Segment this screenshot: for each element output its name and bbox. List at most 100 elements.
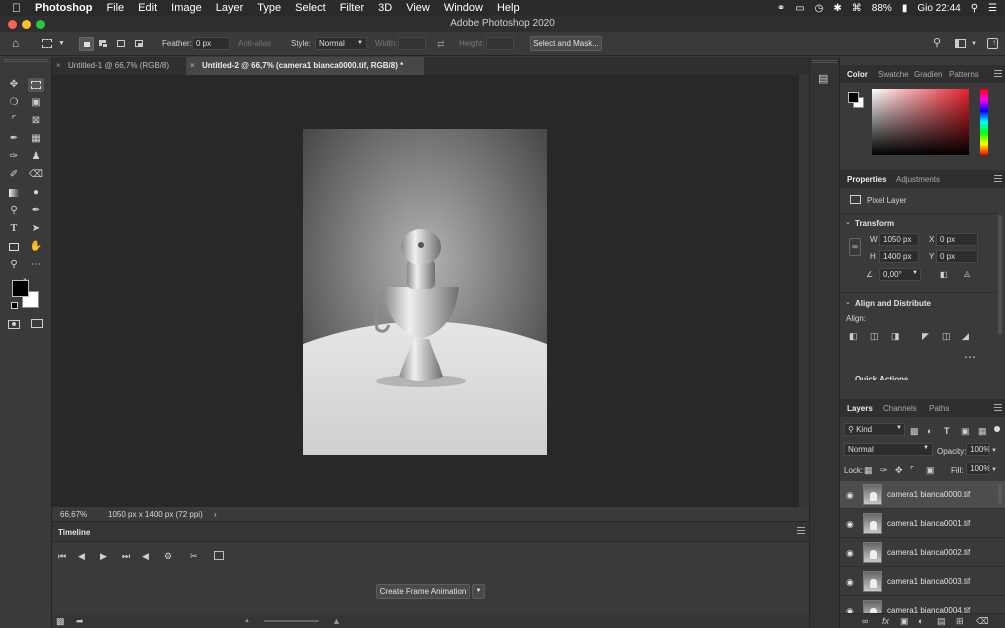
menu-layer[interactable]: Layer (216, 2, 244, 14)
bluetooth-icon[interactable]: ✱ (833, 3, 841, 14)
menu-3d[interactable]: 3D (378, 2, 392, 14)
filter-shape-icon[interactable]: ▣ (961, 425, 970, 437)
next-frame-icon[interactable]: ⏭ (122, 550, 130, 562)
crop-tool-icon[interactable]: ⌜ (6, 114, 22, 128)
zoom-tool-icon[interactable]: ⚲ (6, 258, 22, 272)
search-icon[interactable]: ⚲ (971, 3, 978, 14)
tab-layers[interactable]: Layers (847, 404, 873, 413)
blend-mode-select[interactable]: Normal ▼ (844, 443, 933, 456)
lock-transparent-icon[interactable]: ▦ (864, 464, 873, 476)
close-icon[interactable]: × (190, 57, 195, 75)
foreground-color-swatch[interactable] (848, 92, 859, 103)
search-icon[interactable]: ⚲ (933, 37, 941, 49)
type-tool-icon[interactable]: T (6, 222, 22, 236)
strip-grip[interactable] (812, 60, 837, 63)
foreground-color-swatch[interactable] (12, 280, 29, 297)
battery-icon[interactable]: ▮ (902, 3, 908, 14)
visibility-eye-icon[interactable]: ◉ (846, 577, 854, 588)
wifi-icon[interactable]: ⌘ (852, 3, 862, 14)
lasso-tool-icon[interactable]: ❍ (6, 96, 22, 110)
hand-tool-icon[interactable]: ✋ (28, 240, 44, 254)
new-selection-button[interactable] (79, 37, 94, 51)
menu-edit[interactable]: Edit (138, 2, 157, 14)
width-input[interactable]: 1050 px (879, 233, 919, 246)
object-selection-tool-icon[interactable]: ▣ (28, 96, 44, 110)
menu-window[interactable]: Window (444, 2, 483, 14)
align-right-edges-icon[interactable]: ◨ (891, 330, 900, 342)
tab-untitled-1[interactable]: × Untitled-1 @ 66,7% (RGB/8) (52, 57, 186, 75)
lock-image-icon[interactable]: ✑ (880, 464, 888, 476)
previous-frame-icon[interactable]: ◀ (78, 550, 85, 562)
lock-artboard-icon[interactable]: ⌜ (910, 464, 914, 476)
tab-adjustments[interactable]: Adjustments (896, 175, 940, 184)
feather-input[interactable]: 0 px (192, 37, 230, 50)
tab-swatches[interactable]: Swatche (878, 70, 909, 79)
visibility-eye-icon[interactable]: ◉ (846, 490, 854, 501)
y-input[interactable]: 0 px (936, 250, 978, 263)
color-picker-field[interactable] (872, 89, 969, 155)
lock-all-icon[interactable]: ▣ (926, 464, 935, 476)
trash-icon[interactable]: ⌫ (976, 615, 989, 627)
panel-menu-icon[interactable] (994, 70, 1002, 77)
menu-type[interactable]: Type (257, 2, 281, 14)
frame-tool-icon[interactable]: ⊠ (28, 114, 44, 128)
tools-grip[interactable] (4, 59, 48, 62)
zoom-out-icon[interactable]: ▲ (244, 618, 250, 624)
tab-paths[interactable]: Paths (929, 404, 949, 413)
align-bottom-edges-icon[interactable]: ◢ (962, 330, 969, 342)
tab-patterns[interactable]: Patterns (949, 70, 979, 79)
go-to-first-frame-icon[interactable]: ⏮ (58, 550, 66, 562)
app-menu[interactable]: Photoshop (35, 2, 92, 14)
filter-type-icon[interactable]: T (944, 425, 950, 437)
swap-width-height-icon[interactable]: ⇄ (437, 38, 445, 50)
document-image[interactable] (303, 129, 547, 455)
filter-pixel-icon[interactable]: ▩ (910, 425, 919, 437)
quick-actions-title[interactable]: Quick Actions (855, 375, 909, 380)
more-tools-icon[interactable]: ⋯ (28, 258, 44, 272)
history-brush-tool-icon[interactable]: ✐ (6, 168, 22, 182)
move-tool-icon[interactable]: ✥ (6, 78, 22, 92)
creative-cloud-icon[interactable]: ⚭ (777, 3, 785, 14)
chevron-down-icon[interactable]: ▼ (58, 38, 65, 50)
visibility-eye-icon[interactable]: ◉ (846, 519, 854, 530)
antialias-checkbox[interactable]: Anti-alias (238, 39, 271, 48)
close-icon[interactable]: × (56, 57, 61, 75)
vertical-scrollbar[interactable] (799, 75, 809, 507)
filter-toggle-icon[interactable] (994, 426, 1000, 432)
tab-untitled-2[interactable]: × Untitled-2 @ 66,7% (camera1 bianca0000… (186, 57, 424, 75)
new-group-folder-icon[interactable]: ▤ (937, 615, 946, 627)
menu-image[interactable]: Image (171, 2, 202, 14)
chevron-down-icon[interactable]: ⌄ (845, 218, 851, 226)
clone-stamp-tool-icon[interactable]: ♟ (28, 150, 44, 164)
eraser-tool-icon[interactable]: ⌫ (28, 168, 44, 182)
filter-smart-object-icon[interactable]: ▦ (978, 425, 987, 437)
transition-icon[interactable] (214, 551, 224, 560)
height-input[interactable] (486, 37, 514, 50)
align-left-edges-icon[interactable]: ◧ (849, 330, 858, 342)
marquee-preset-icon[interactable] (42, 39, 52, 48)
time-machine-icon[interactable]: ◷ (815, 3, 824, 14)
subtract-selection-icon[interactable] (117, 40, 125, 47)
panel-menu-icon[interactable] (994, 404, 1002, 411)
render-video-icon[interactable]: ➦ (76, 615, 84, 627)
link-layers-icon[interactable]: ∞ (862, 615, 868, 627)
filter-adjustment-icon[interactable]: ◐ (927, 425, 932, 437)
align-vertical-centers-icon[interactable]: ◫ (942, 330, 951, 342)
healing-brush-tool-icon[interactable]: ▦ (28, 132, 44, 146)
flip-horizontal-icon[interactable]: ◧ (940, 270, 948, 279)
clock[interactable]: Gio 22:44 (917, 3, 960, 14)
eyedropper-tool-icon[interactable]: ✒ (6, 132, 22, 146)
chevron-down-icon[interactable]: ▼ (991, 445, 997, 457)
layer-row[interactable]: ◉ camera1 bianca0000.tif (840, 481, 1005, 509)
split-scissors-icon[interactable]: ✂ (190, 550, 198, 562)
zoom-level[interactable]: 66,67% (60, 510, 87, 519)
intersect-selection-icon[interactable] (135, 40, 143, 47)
airplay-icon[interactable]: ▭ (795, 3, 804, 14)
play-icon[interactable]: ▶ (100, 550, 107, 562)
menu-select[interactable]: Select (295, 2, 326, 14)
menu-view[interactable]: View (406, 2, 430, 14)
menu-file[interactable]: File (106, 2, 124, 14)
fill-input[interactable]: 100% (966, 462, 990, 475)
align-top-edges-icon[interactable]: ◤ (922, 330, 929, 342)
menu-filter[interactable]: Filter (340, 2, 364, 14)
